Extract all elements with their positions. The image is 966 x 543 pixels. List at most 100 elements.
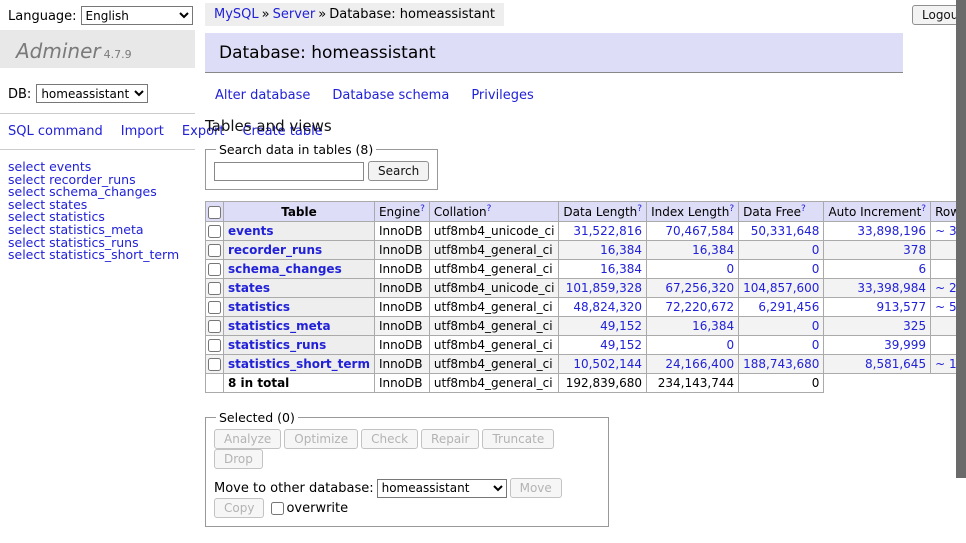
engine-cell: InnoDB: [374, 298, 429, 317]
data-length-link[interactable]: 10,502,144: [563, 357, 642, 371]
row-checkbox-statistics_runs[interactable]: [208, 339, 221, 352]
page-title: Database: homeassistant: [205, 33, 903, 73]
table-link-statistics[interactable]: statistics: [228, 300, 290, 314]
auto-increment-link[interactable]: 6: [828, 262, 926, 276]
data-free-link[interactable]: 104,857,600: [743, 281, 819, 295]
data-length-link[interactable]: 16,384: [563, 262, 642, 276]
data-free-link[interactable]: 0: [743, 319, 819, 333]
auto-increment-link[interactable]: 325: [828, 319, 926, 333]
index-length-link[interactable]: 16,384: [651, 319, 734, 333]
search-input[interactable]: [214, 162, 364, 181]
auto-increment-link[interactable]: 33,898,196: [828, 224, 926, 238]
column-help-link[interactable]: ?: [729, 204, 734, 214]
data-length-link[interactable]: 101,859,328: [563, 281, 642, 295]
data-length-cell: 10,502,144: [559, 355, 647, 374]
table-name-cell: statistics: [224, 298, 375, 317]
data-length-link[interactable]: 49,152: [563, 319, 642, 333]
database-links: Alter database Database schema Privileges: [215, 88, 905, 103]
row-checkbox-recorder_runs[interactable]: [208, 244, 221, 257]
drop-button[interactable]: Drop: [214, 449, 263, 469]
index-length-link[interactable]: 16,384: [651, 243, 734, 257]
column-help: ?: [637, 204, 642, 214]
column-help-link[interactable]: ?: [420, 204, 425, 214]
search-button[interactable]: Search: [368, 161, 429, 181]
scrollbar-thumb[interactable]: [956, 0, 966, 478]
index-length-link[interactable]: 72,220,672: [651, 300, 734, 314]
index-length-link[interactable]: 0: [651, 338, 734, 352]
auto-increment-link[interactable]: 8,581,645: [828, 357, 926, 371]
sidebar-select-statistics_short_term[interactable]: select statistics_short_term: [8, 249, 195, 262]
total-label-cell: 8 in total: [224, 374, 375, 393]
privileges-link[interactable]: Privileges: [471, 88, 534, 103]
data-length-link[interactable]: 31,522,816: [563, 224, 642, 238]
column-help-link[interactable]: ?: [487, 204, 492, 214]
row-checkbox-statistics_meta[interactable]: [208, 320, 221, 333]
index-length-link[interactable]: 0: [651, 262, 734, 276]
overwrite-checkbox[interactable]: [271, 502, 284, 515]
select-all-checkbox[interactable]: [208, 206, 221, 219]
auto-increment-cell: 325: [824, 317, 931, 336]
tables-views-heading: Tables and views: [205, 117, 905, 135]
table-link-states[interactable]: states: [228, 281, 270, 295]
db-select[interactable]: homeassistant: [36, 84, 148, 103]
index-length-link[interactable]: 24,166,400: [651, 357, 734, 371]
table-link-statistics_short_term[interactable]: statistics_short_term: [228, 357, 370, 371]
data-length-link[interactable]: 16,384: [563, 243, 642, 257]
overwrite-label: overwrite: [271, 501, 348, 516]
breadcrumb-mysql-link[interactable]: MySQL: [214, 7, 259, 22]
table-link-statistics_meta[interactable]: statistics_meta: [228, 319, 331, 333]
table-link-schema_changes[interactable]: schema_changes: [228, 262, 342, 276]
column-help-link[interactable]: ?: [637, 204, 642, 214]
vertical-scrollbar[interactable]: [956, 0, 966, 543]
adminer-version: 4.7.9: [104, 48, 132, 61]
row-checkbox-schema_changes[interactable]: [208, 263, 221, 276]
total-checkbox-cell: [206, 374, 224, 393]
row-checkbox-statistics_short_term[interactable]: [208, 358, 221, 371]
data-length-cell: 48,824,320: [559, 298, 647, 317]
column-help-link[interactable]: ?: [921, 204, 926, 214]
breadcrumb: MySQL»Server»Database: homeassistant: [205, 3, 504, 26]
adminer-logo-link[interactable]: Adminer: [16, 39, 101, 63]
language-select[interactable]: English: [81, 6, 193, 25]
breadcrumb-server-link[interactable]: Server: [273, 7, 316, 22]
adminer-page: Language:English MySQL»Server»Database: …: [0, 0, 966, 543]
import-link[interactable]: Import: [121, 124, 164, 139]
data-free-link[interactable]: 0: [743, 243, 819, 257]
check-button[interactable]: Check: [361, 429, 418, 449]
data-free-link[interactable]: 0: [743, 338, 819, 352]
row-checkbox-states[interactable]: [208, 282, 221, 295]
table-link-recorder_runs[interactable]: recorder_runs: [228, 243, 322, 257]
data-free-link[interactable]: 6,291,456: [743, 300, 819, 314]
total-engine-cell: InnoDB: [374, 374, 429, 393]
data-free-link[interactable]: 50,331,648: [743, 224, 819, 238]
repair-button[interactable]: Repair: [421, 429, 479, 449]
auto-increment-link[interactable]: 33,398,984: [828, 281, 926, 295]
database-schema-link[interactable]: Database schema: [332, 88, 449, 103]
move-button[interactable]: Move: [510, 478, 562, 498]
row-checkbox-statistics[interactable]: [208, 301, 221, 314]
auto-increment-link[interactable]: 39,999: [828, 338, 926, 352]
column-help-link[interactable]: ?: [801, 204, 806, 214]
index-length-link[interactable]: 67,256,320: [651, 281, 734, 295]
table-link-events[interactable]: events: [228, 224, 274, 238]
selected-buttons-row: AnalyzeOptimizeCheckRepairTruncate Drop: [214, 429, 600, 469]
auto-increment-link[interactable]: 913,577: [828, 300, 926, 314]
index-length-link[interactable]: 70,467,584: [651, 224, 734, 238]
truncate-button[interactable]: Truncate: [482, 429, 554, 449]
optimize-button[interactable]: Optimize: [284, 429, 358, 449]
data-length-link[interactable]: 48,824,320: [563, 300, 642, 314]
column-help: ?: [921, 204, 926, 214]
data-length-link[interactable]: 49,152: [563, 338, 642, 352]
data-length-cell: 49,152: [559, 336, 647, 355]
data-free-link[interactable]: 0: [743, 262, 819, 276]
copy-button[interactable]: Copy: [214, 498, 264, 518]
auto-increment-link[interactable]: 378: [828, 243, 926, 257]
data-free-link[interactable]: 188,743,680: [743, 357, 819, 371]
sql-command-link[interactable]: SQL command: [8, 124, 103, 139]
alter-database-link[interactable]: Alter database: [215, 88, 310, 103]
move-db-select[interactable]: homeassistant: [377, 479, 507, 498]
analyze-button[interactable]: Analyze: [214, 429, 281, 449]
row-checkbox-events[interactable]: [208, 225, 221, 238]
table-link-statistics_runs[interactable]: statistics_runs: [228, 338, 326, 352]
search-fieldset: Search data in tables (8) Search: [205, 142, 438, 190]
